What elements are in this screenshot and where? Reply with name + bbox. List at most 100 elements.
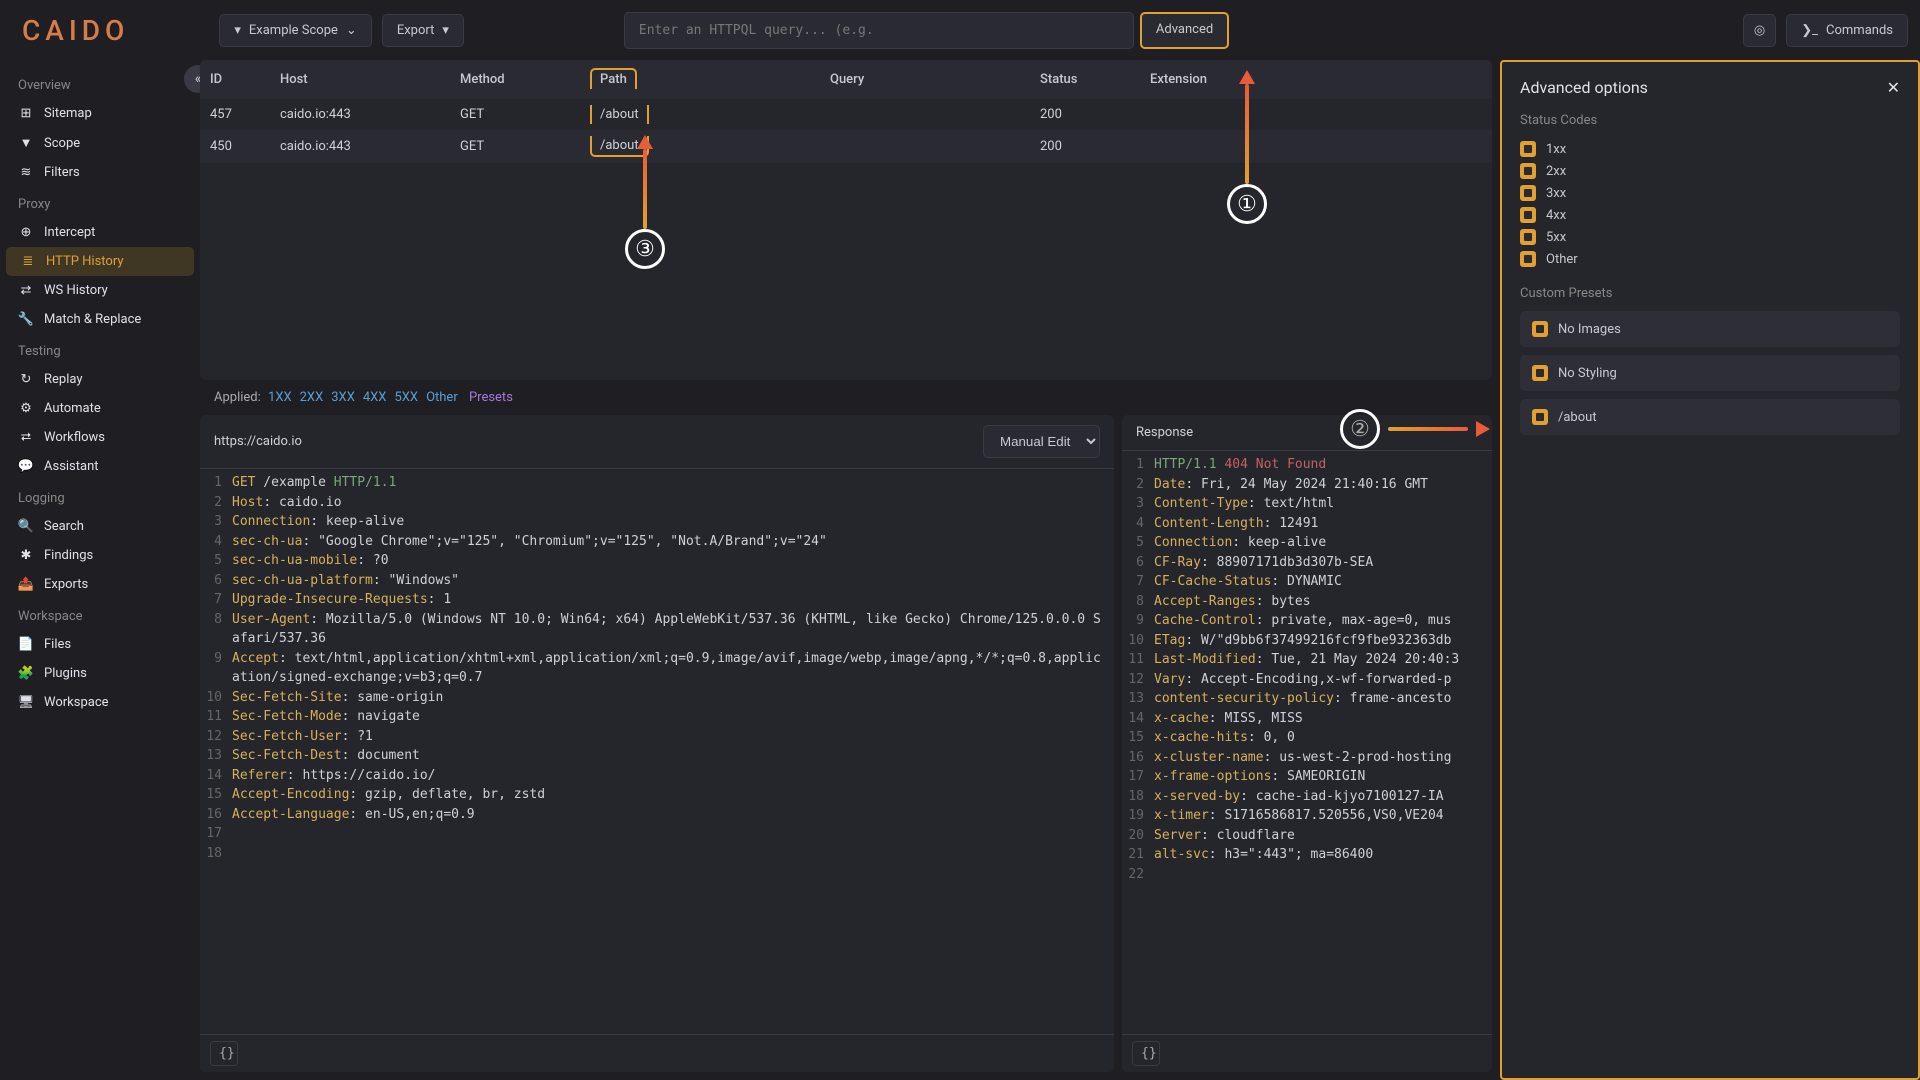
search-placeholder: Enter an HTTPQL query... (e.g. — [639, 23, 874, 38]
sidebar-item-findings[interactable]: ✱Findings — [0, 541, 200, 570]
table-row[interactable]: 457caido.io:443GET/about200 — [200, 99, 1492, 130]
filter-chip[interactable]: 3XX — [331, 390, 355, 405]
scope-dropdown[interactable]: ▾ Example Scope ⌄ — [219, 14, 371, 47]
preset-label: No Images — [1558, 322, 1621, 337]
http-history-table: IDHostMethodPathQueryStatusExtension 457… — [200, 60, 1492, 380]
cell-status: 200 — [1030, 130, 1140, 163]
format-button[interactable]: {} — [1132, 1041, 1160, 1066]
filter-chip[interactable]: 4XX — [363, 390, 387, 405]
status-code-checkbox[interactable]: 1xx — [1520, 138, 1900, 160]
sidebar-item-http-history[interactable]: ≣HTTP History — [6, 247, 194, 276]
scope-icon: ▼ — [18, 135, 34, 151]
topbar: CAIDO ▾ Example Scope ⌄ Export ▾ Enter a… — [0, 0, 1920, 60]
checkbox-icon — [1520, 141, 1536, 157]
filter-icon: ▾ — [234, 23, 241, 38]
sidebar-item-assistant[interactable]: 💬Assistant — [0, 452, 200, 481]
sidebar-item-workflows[interactable]: ⮂Workflows — [0, 423, 200, 452]
status-code-checkbox[interactable]: Other — [1520, 248, 1900, 270]
sidebar-item-files[interactable]: 📄Files — [0, 630, 200, 659]
cell-method: GET — [450, 130, 580, 163]
cell-status: 200 — [1030, 99, 1140, 130]
cell-id: 450 — [200, 130, 270, 163]
search-icon: 🔍 — [18, 519, 34, 534]
checkbox-icon — [1520, 251, 1536, 267]
close-icon[interactable]: ✕ — [1887, 78, 1900, 97]
checkbox-icon — [1532, 365, 1548, 381]
sidebar-section: Proxy — [0, 187, 200, 218]
column-path[interactable]: Path — [580, 60, 820, 99]
filter-chip[interactable]: Other — [426, 390, 458, 405]
sidebar-item-ws-history[interactable]: ⇄WS History — [0, 276, 200, 305]
sidebar-item-sitemap[interactable]: ⊞Sitemap — [0, 99, 200, 128]
checkbox-icon — [1520, 229, 1536, 245]
applied-presets[interactable]: Presets — [469, 390, 513, 405]
checkbox-label: 2xx — [1546, 164, 1566, 179]
status-code-checkbox[interactable]: 2xx — [1520, 160, 1900, 182]
sidebar-item-filters[interactable]: ≋Filters — [0, 158, 200, 187]
cell-id: 457 — [200, 99, 270, 130]
sidebar-section: Logging — [0, 481, 200, 512]
cell-method: GET — [450, 99, 580, 130]
advanced-button[interactable]: Advanced — [1140, 12, 1229, 49]
column-id[interactable]: ID — [200, 60, 270, 99]
sidebar-section: Testing — [0, 334, 200, 365]
status-code-checkbox[interactable]: 5xx — [1520, 226, 1900, 248]
request-response-panes: https://caido.io Manual Edit 1GET /examp… — [200, 415, 1492, 1072]
sidebar-item-label: Intercept — [44, 225, 95, 240]
caret-down-icon: ▾ — [442, 23, 449, 38]
browser-button[interactable]: ◎ — [1743, 14, 1776, 47]
status-code-checkbox[interactable]: 3xx — [1520, 182, 1900, 204]
request-editor[interactable]: 1GET /example HTTP/1.12Host: caido.io3Co… — [200, 469, 1114, 1034]
table-row[interactable]: 450caido.io:443GET/about200 — [200, 130, 1492, 163]
sidebar-item-search[interactable]: 🔍Search — [0, 512, 200, 541]
sidebar-section: Workspace — [0, 599, 200, 630]
match-icon: 🔧 — [18, 312, 34, 327]
sidebar-item-exports[interactable]: 📤Exports — [0, 570, 200, 599]
status-code-checkbox[interactable]: 4xx — [1520, 204, 1900, 226]
filter-chip[interactable]: 1XX — [268, 390, 292, 405]
globe-icon: ◎ — [1754, 23, 1765, 38]
preset-label: /about — [1558, 410, 1597, 425]
checkbox-label: 3xx — [1546, 186, 1566, 201]
sidebar-item-intercept[interactable]: ⊕Intercept — [0, 218, 200, 247]
sidebar-item-scope[interactable]: ▼Scope — [0, 128, 200, 158]
commands-button[interactable]: ❯_ Commands — [1786, 14, 1908, 47]
advanced-options-panel: Advanced options ✕ Status Codes 1xx2xx3x… — [1500, 60, 1920, 1080]
sidebar-item-replay[interactable]: ↻Replay — [0, 365, 200, 394]
export-dropdown[interactable]: Export ▾ — [382, 14, 464, 47]
advanced-panel-title: Advanced options — [1520, 78, 1648, 97]
column-extension[interactable]: Extension — [1140, 60, 1492, 99]
sidebar-section: Overview — [0, 68, 200, 99]
filter-chip[interactable]: 2XX — [300, 390, 324, 405]
sidebar-item-plugins[interactable]: 🧩Plugins — [0, 659, 200, 688]
filter-chip[interactable]: 5XX — [394, 390, 418, 405]
preset-item[interactable]: No Styling — [1520, 355, 1900, 391]
applied-label: Applied: — [214, 390, 261, 405]
sidebar-item-match-replace[interactable]: 🔧Match & Replace — [0, 305, 200, 334]
sidebar-item-automate[interactable]: ⚙Automate — [0, 394, 200, 423]
preset-item[interactable]: No Images — [1520, 311, 1900, 347]
checkbox-label: 4xx — [1546, 208, 1566, 223]
sidebar-item-workspace[interactable]: 🖥Workspace — [0, 688, 200, 717]
workflow-icon: ⮂ — [18, 430, 34, 445]
plugins-icon: 🧩 — [18, 666, 34, 681]
exports-icon: 📤 — [18, 577, 34, 592]
sidebar-item-label: Assistant — [44, 459, 99, 474]
column-query[interactable]: Query — [820, 60, 1030, 99]
edit-mode-select[interactable]: Manual Edit — [983, 425, 1100, 458]
preset-item[interactable]: /about — [1520, 399, 1900, 435]
column-status[interactable]: Status — [1030, 60, 1140, 99]
httpql-input[interactable]: Enter an HTTPQL query... (e.g. — [624, 12, 1134, 49]
chevron-down-icon: ⌄ — [346, 23, 357, 38]
column-host[interactable]: Host — [270, 60, 450, 99]
response-viewer[interactable]: 1HTTP/1.1 404 Not Found2Date: Fri, 24 Ma… — [1122, 451, 1492, 1034]
format-button[interactable]: {} — [210, 1041, 238, 1066]
column-method[interactable]: Method — [450, 60, 580, 99]
cell-host: caido.io:443 — [270, 130, 450, 163]
sitemap-icon: ⊞ — [18, 106, 34, 121]
cell-path: /about — [580, 99, 820, 130]
annotation-1: ① — [1227, 70, 1267, 224]
checkbox-icon — [1532, 321, 1548, 337]
findings-icon: ✱ — [18, 548, 34, 563]
export-label: Export — [397, 23, 435, 38]
